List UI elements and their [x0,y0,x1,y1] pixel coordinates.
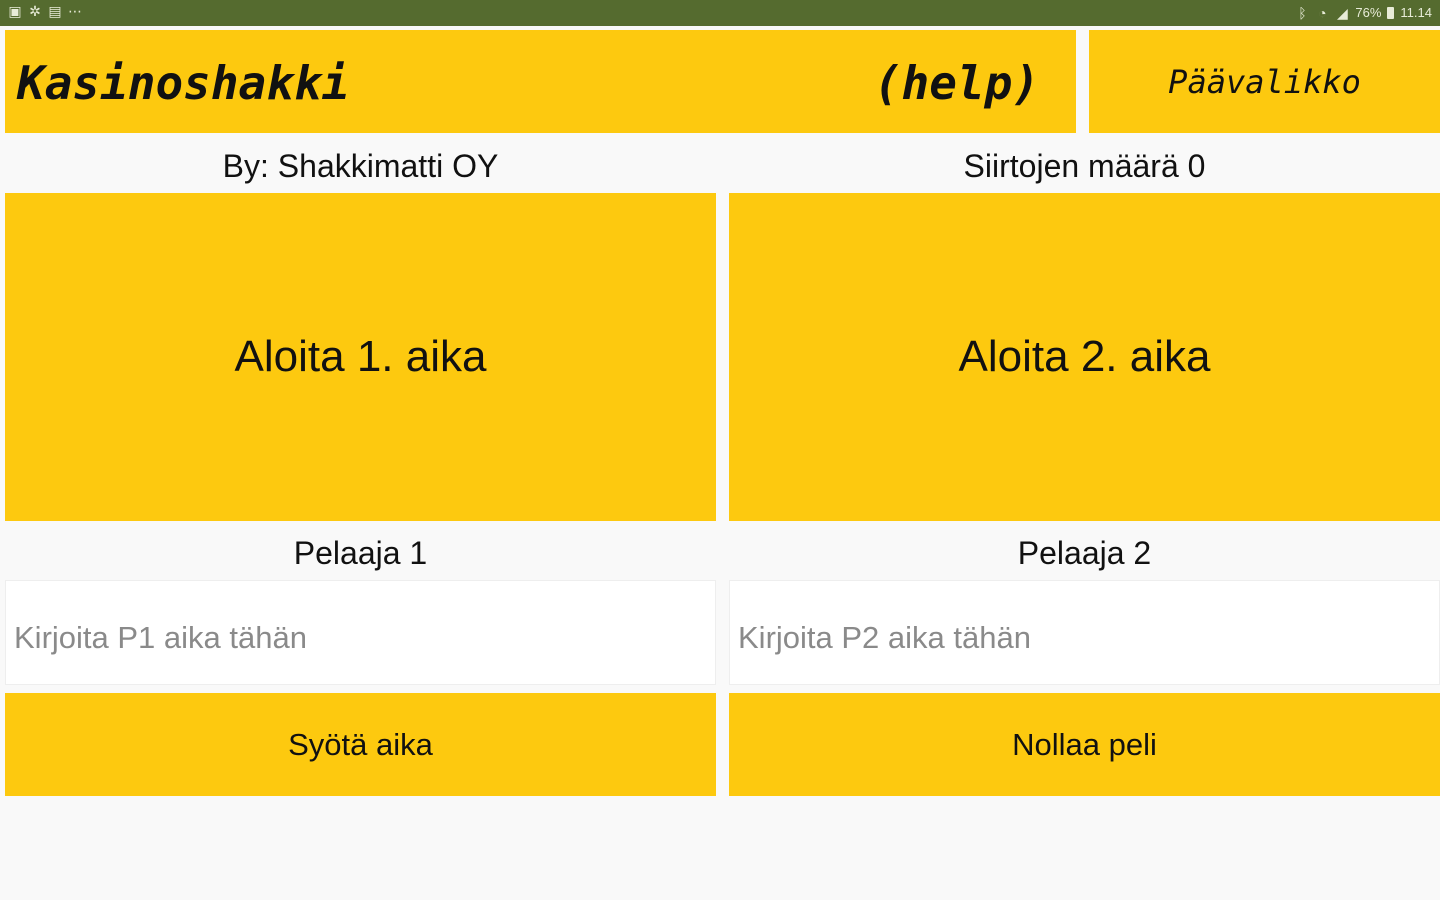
image-icon: ▣ [8,3,22,19]
start-player2-timer-button[interactable]: Aloita 2. aika [729,193,1440,521]
submit-time-button[interactable]: Syötä aika [5,693,716,796]
system-status: ᛒ ◔ ◢ 76% 11.14 [1295,5,1432,20]
notification-icons: ▣ ✲ ▤ ⋯ [8,4,82,18]
player2-label: Pelaaja 2 [1017,535,1152,571]
more-icon: ⋯ [68,3,82,19]
app-header: Kasinoshakki (help) [5,30,1076,133]
battery-icon [1387,6,1395,19]
status-bar: ▣ ✲ ▤ ⋯ ᛒ ◔ ◢ 76% 11.14 [0,0,1440,26]
gallery-icon: ▤ [48,3,62,19]
player1-label: Pelaaja 1 [293,535,428,571]
app-title: Kasinoshakki [17,56,350,110]
player1-time-input[interactable] [5,580,716,685]
reset-game-button[interactable]: Nollaa peli [729,693,1440,796]
player2-time-input[interactable] [729,580,1440,685]
start-player1-timer-button[interactable]: Aloita 1. aika [5,193,716,521]
battery-percent: 76% [1355,5,1382,20]
main-menu-button[interactable]: Päävalikko [1089,30,1440,133]
clock: 11.14 [1400,5,1432,20]
signal-icon: ◢ [1337,4,1348,21]
author-label: By: Shakkimatti OY [222,148,499,184]
star-icon: ✲ [29,3,41,19]
bluetooth-icon: ᛒ [1298,4,1307,21]
help-link[interactable]: (help) [874,56,1040,110]
move-count-label: Siirtojen määrä 0 [963,148,1206,184]
wifi-icon: ◔ [1318,4,1327,21]
